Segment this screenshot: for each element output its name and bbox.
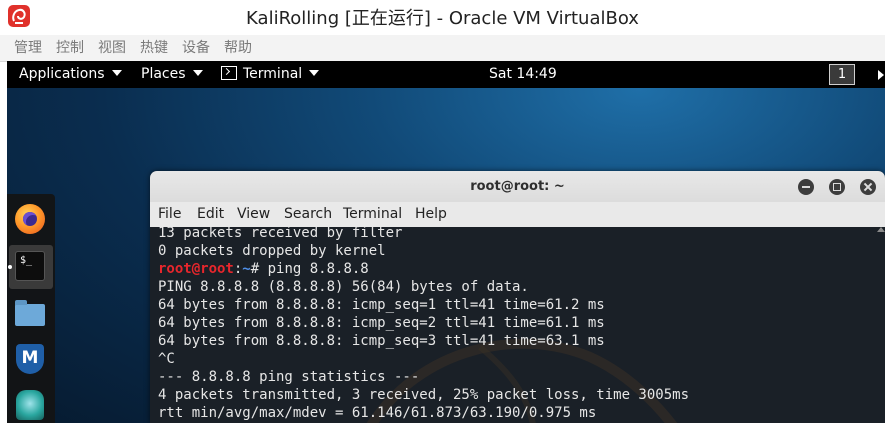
terminal-text: 13 packets received by filter 0 packets d… [158, 227, 689, 422]
terminal-title: root@root: ~ [470, 179, 565, 194]
terminal-line: 64 bytes from 8.8.8.8: icmp_seq=3 ttl=41… [158, 333, 605, 349]
places-menu[interactable]: Places [141, 61, 203, 88]
virtualbox-menubar: 管理 控制 视图 热键 设备 帮助 [0, 35, 885, 62]
guest-display: Applications Places Terminal Sat 14:49 1… [7, 61, 885, 423]
armitage-icon [16, 390, 44, 420]
scroll-up-arrow-icon[interactable] [877, 227, 885, 232]
menu-devices[interactable]: 设备 [175, 35, 217, 61]
applications-label: Applications [19, 66, 105, 82]
terminal-icon [221, 66, 237, 80]
terminal-line: 64 bytes from 8.8.8.8: icmp_seq=2 ttl=41… [158, 315, 605, 331]
applications-menu[interactable]: Applications [19, 61, 122, 88]
terminal-prompt-line: root@root:~# ping 8.8.8.8 [158, 260, 689, 278]
chevron-down-icon [111, 70, 122, 76]
menu-view[interactable]: 视图 [91, 35, 133, 61]
metasploit-launcher[interactable]: M [15, 344, 47, 376]
menu-help[interactable]: 帮助 [217, 35, 259, 61]
terminal-launcher[interactable]: $_ [15, 251, 47, 283]
terminal-menu-terminal[interactable]: Terminal [343, 202, 402, 227]
close-button[interactable] [860, 179, 876, 195]
terminal-menu-help[interactable]: Help [415, 202, 447, 227]
firefox-icon [15, 204, 45, 234]
maximize-button[interactable] [829, 179, 845, 195]
terminal-app-menu[interactable]: Terminal [221, 61, 320, 88]
firefox-launcher[interactable] [15, 204, 47, 236]
terminal-menu-search[interactable]: Search [284, 202, 332, 227]
terminal-icon: $_ [15, 251, 45, 281]
terminal-line: 13 packets received by filter [158, 227, 403, 241]
terminal-line: 0 packets dropped by kernel [158, 243, 386, 259]
terminal-app-label: Terminal [243, 66, 303, 82]
system-menu-arrow-icon[interactable] [878, 70, 884, 80]
running-indicator [8, 265, 12, 269]
menu-manage[interactable]: 管理 [0, 35, 49, 61]
terminal-menu-edit[interactable]: Edit [197, 202, 224, 227]
terminal-menubar: File Edit View Search Terminal Help [150, 202, 885, 228]
terminal-line: --- 8.8.8.8 ping statistics --- [158, 369, 420, 385]
places-label: Places [141, 66, 186, 82]
clock[interactable]: Sat 14:49 [489, 61, 557, 88]
chevron-down-icon [192, 70, 203, 76]
terminal-line: rtt min/avg/max/mdev = 61.146/61.873/63.… [158, 405, 597, 421]
terminal-window[interactable]: root@root: ~ File Edit View Search Termi… [150, 171, 885, 423]
minimize-button[interactable] [798, 179, 814, 195]
armitage-launcher[interactable] [15, 390, 47, 422]
prompt-command: # ping 8.8.8.8 [250, 261, 369, 277]
terminal-line: PING 8.8.8.8 (8.8.8.8) 56(84) bytes of d… [158, 279, 529, 295]
terminal-line: ^C [158, 351, 175, 367]
terminal-menu-view[interactable]: View [237, 202, 270, 227]
prompt-user: root@root [158, 261, 234, 277]
menu-control[interactable]: 控制 [49, 35, 91, 61]
window-title: KaliRolling [正在运行] - Oracle VM VirtualBo… [246, 8, 639, 29]
terminal-line: 64 bytes from 8.8.8.8: icmp_seq=1 ttl=41… [158, 297, 605, 313]
gnome-top-bar: Applications Places Terminal Sat 14:49 1 [7, 61, 885, 88]
menu-hotkeys[interactable]: 热键 [133, 35, 175, 61]
metasploit-icon: M [16, 344, 44, 374]
terminal-titlebar[interactable]: root@root: ~ [150, 171, 885, 202]
files-launcher[interactable] [15, 298, 47, 330]
terminal-menu-file[interactable]: File [158, 202, 181, 227]
dock: $_ M [7, 194, 55, 423]
chevron-down-icon [309, 70, 320, 76]
terminal-output[interactable]: 13 packets received by filter 0 packets d… [150, 227, 885, 423]
files-icon [15, 300, 45, 326]
terminal-line: 4 packets transmitted, 3 received, 25% p… [158, 387, 690, 403]
virtualbox-titlebar: KaliRolling [正在运行] - Oracle VM VirtualBo… [0, 0, 885, 34]
workspace-indicator[interactable]: 1 [829, 64, 855, 85]
prompt-path: ~ [242, 261, 251, 277]
